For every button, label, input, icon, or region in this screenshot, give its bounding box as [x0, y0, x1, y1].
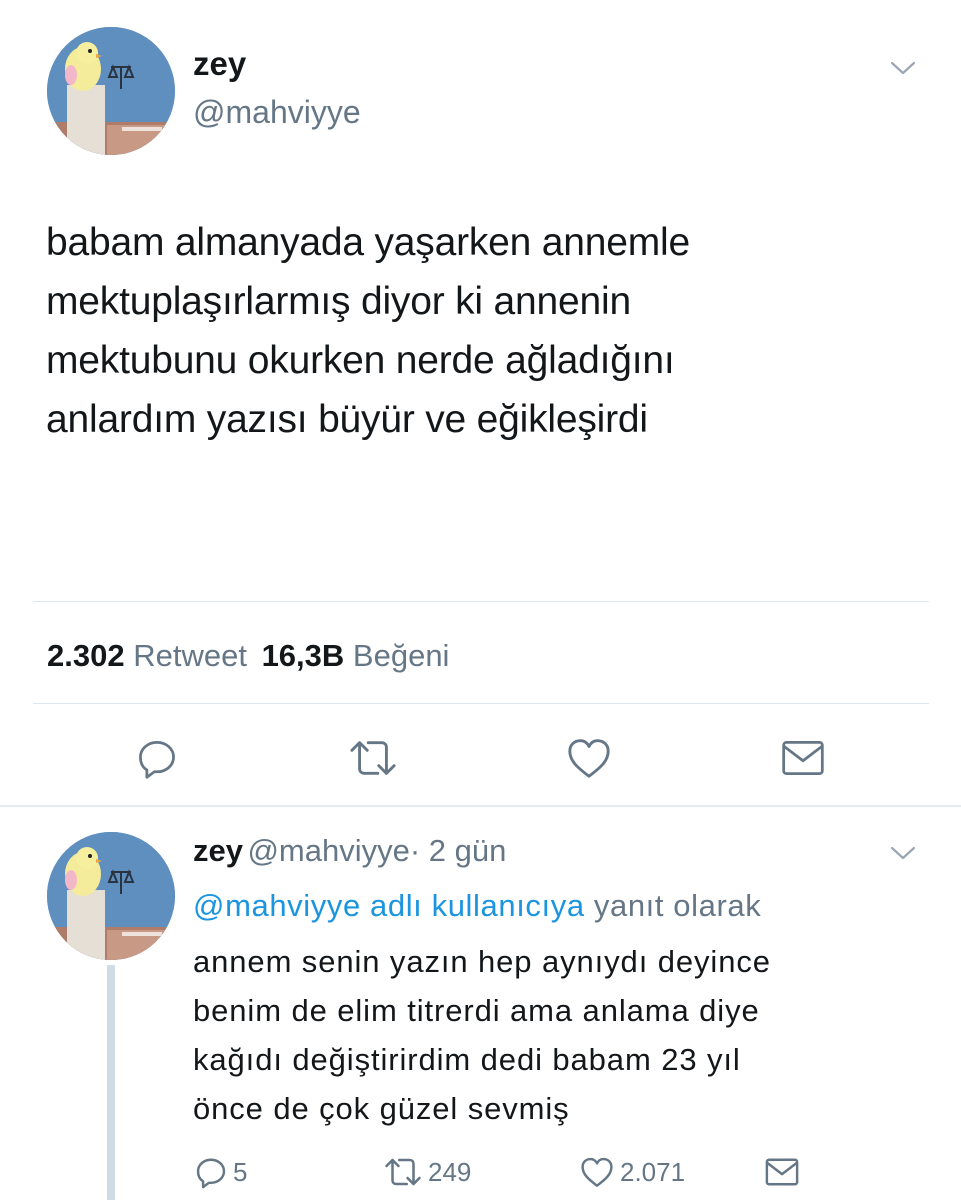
reply-like-button[interactable]: 2.071 — [578, 1152, 685, 1192]
reply-time[interactable]: · 2 gün — [410, 833, 507, 868]
retweet-count[interactable]: 2.302 — [47, 638, 125, 673]
heart-icon — [581, 1157, 613, 1187]
reply-count: 5 — [233, 1156, 248, 1187]
tweet-stats: 2.302 Retweet 16,3B Beğeni — [47, 636, 449, 676]
reply-retweet-button[interactable]: 249 — [382, 1152, 471, 1192]
divider — [33, 703, 929, 704]
reply-retweet-count: 249 — [428, 1156, 472, 1187]
reply-reply-button[interactable]: 5 — [193, 1152, 247, 1192]
main-avatar[interactable] — [47, 27, 175, 155]
reply-author-handle[interactable]: @mahviyye — [247, 833, 409, 868]
like-label[interactable]: Beğeni — [353, 638, 450, 673]
chevron-down-icon[interactable] — [888, 843, 918, 863]
reply-context-suffix: yanıt olarak — [593, 888, 762, 923]
avatar-image — [47, 27, 175, 155]
retweet-icon — [385, 1158, 421, 1186]
divider — [33, 601, 929, 602]
like-button[interactable] — [563, 733, 615, 783]
direct-message-icon — [765, 1158, 799, 1186]
avatar-image — [47, 832, 175, 960]
reply-header: zey @mahviyye· 2 gün — [193, 831, 506, 877]
reply-avatar[interactable] — [47, 832, 175, 960]
reply-text: annem senin yazın hep aynıydı deyince be… — [193, 944, 771, 1126]
tweet-text: babam almanyada yaşarken annemle mektupl… — [46, 221, 690, 441]
retweet-icon — [350, 741, 396, 775]
thread-line — [107, 965, 115, 1200]
divider — [0, 805, 961, 807]
reply-like-count: 2.071 — [620, 1156, 686, 1187]
reply-button[interactable] — [132, 733, 182, 783]
reply-context: @mahviyye adlı kullanıcıya yanıt olarak — [193, 886, 761, 926]
author-handle[interactable]: @mahviyye — [193, 92, 361, 132]
chevron-down-icon[interactable] — [888, 58, 918, 78]
heart-icon — [568, 739, 610, 778]
reply-message-button[interactable] — [762, 1152, 806, 1192]
retweet-label[interactable]: Retweet — [133, 638, 247, 673]
reply-icon — [196, 1158, 226, 1189]
author-name[interactable]: zey — [193, 44, 246, 84]
reply-author-name[interactable]: zey — [193, 833, 243, 868]
reply-icon — [139, 740, 175, 779]
direct-message-icon — [782, 740, 824, 776]
like-count[interactable]: 16,3B — [262, 638, 345, 673]
reply-context-link[interactable]: @mahviyye adlı kullanıcıya — [193, 888, 585, 923]
message-button[interactable] — [777, 733, 829, 783]
retweet-button[interactable] — [345, 733, 401, 783]
